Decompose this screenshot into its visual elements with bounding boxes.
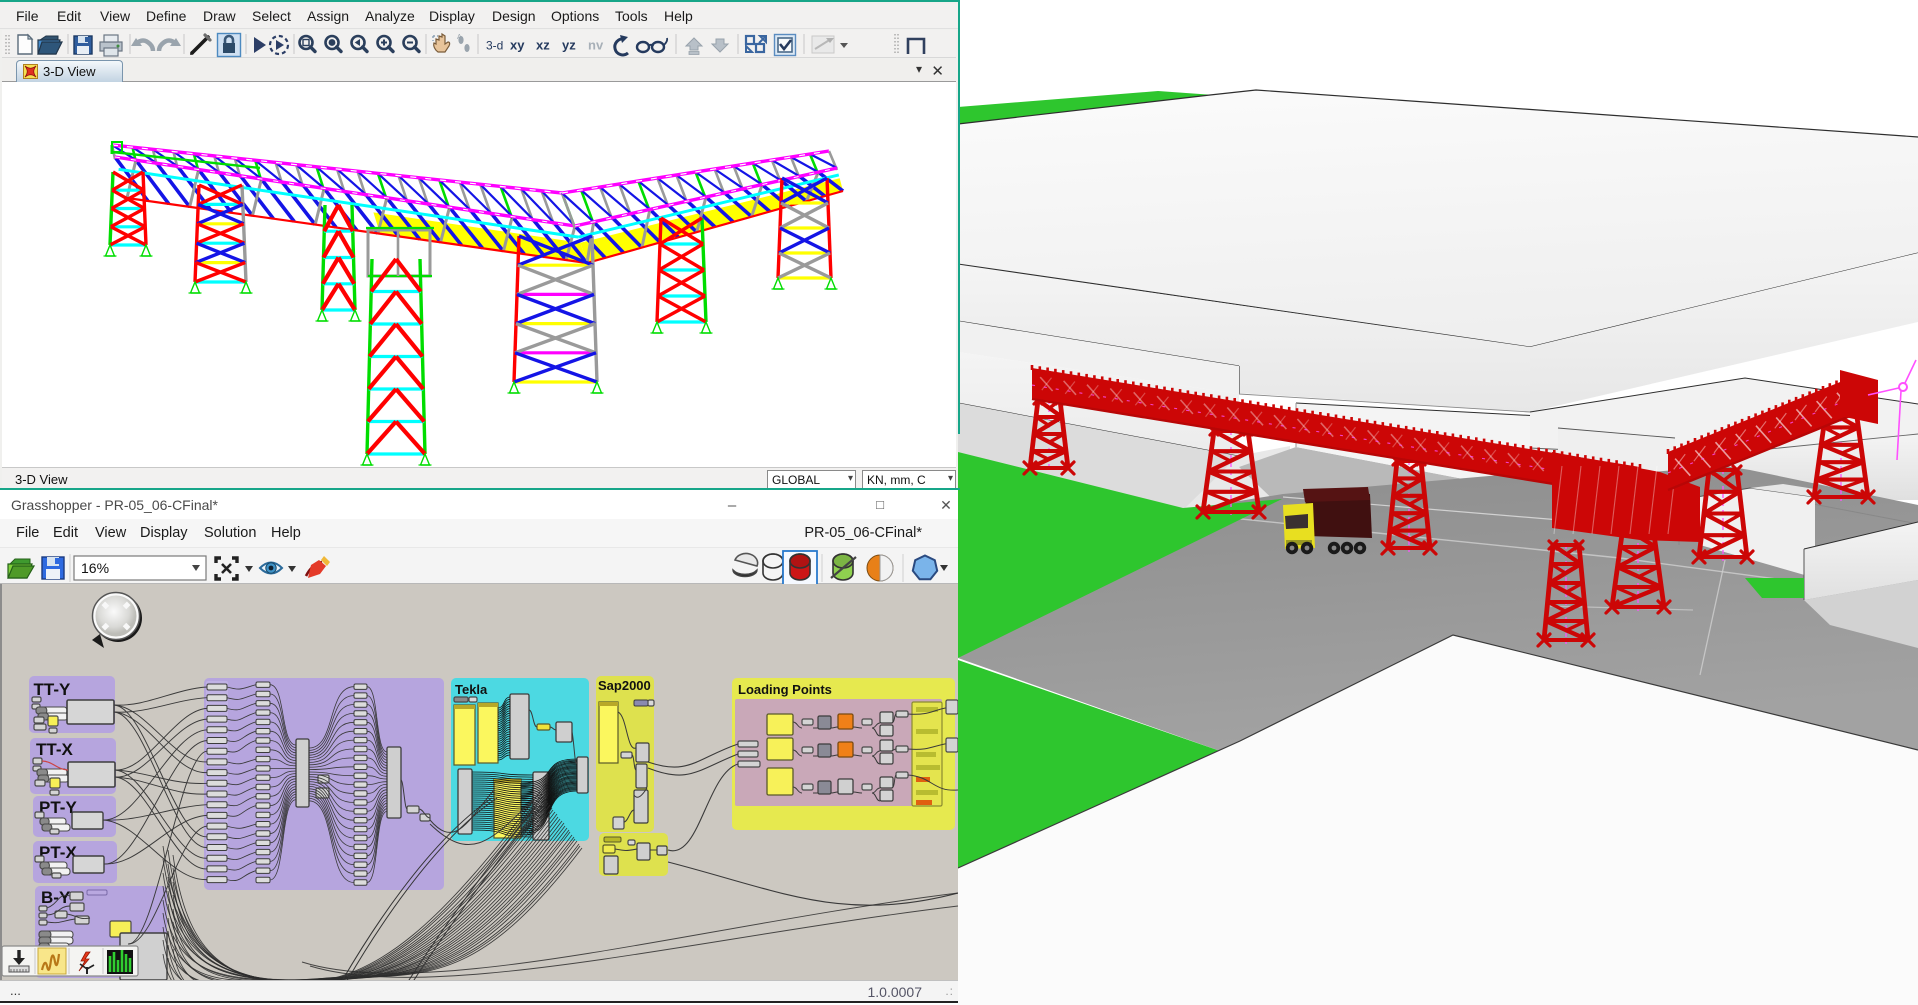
svg-text:yz: yz bbox=[562, 38, 576, 53]
svg-text:3-d: 3-d bbox=[486, 39, 503, 53]
svg-text:A: A bbox=[457, 34, 462, 41]
svg-text:TT-X: TT-X bbox=[36, 740, 73, 759]
svg-text:TT-Y: TT-Y bbox=[34, 680, 71, 699]
svg-text:Sap2000: Sap2000 bbox=[598, 678, 651, 693]
svg-text:B-Y: B-Y bbox=[41, 888, 71, 907]
svg-text:xz: xz bbox=[536, 38, 550, 53]
svg-text:16%: 16% bbox=[81, 560, 109, 576]
svg-text:nv: nv bbox=[588, 38, 604, 53]
svg-text:xy: xy bbox=[510, 38, 525, 53]
svg-text:Loading Points: Loading Points bbox=[738, 682, 832, 697]
svg-text:PT-X: PT-X bbox=[39, 843, 77, 862]
svg-text:Tekla: Tekla bbox=[455, 682, 488, 697]
